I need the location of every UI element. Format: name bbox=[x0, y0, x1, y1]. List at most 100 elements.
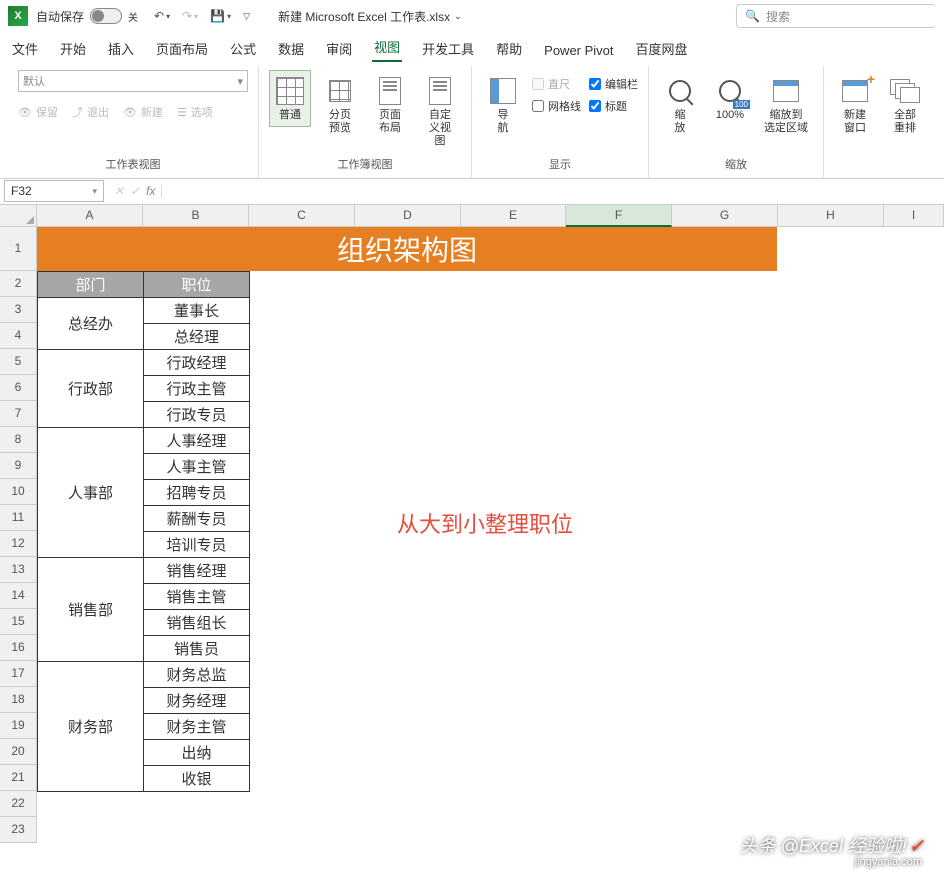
dept-cell[interactable]: 销售部 bbox=[38, 557, 144, 661]
options-view-button[interactable]: ☰选项 bbox=[177, 104, 213, 120]
tab-审阅[interactable]: 审阅 bbox=[324, 35, 354, 62]
row-header-16[interactable]: 16 bbox=[0, 635, 37, 661]
sheet-view-combo[interactable]: 默认▾ bbox=[18, 70, 248, 92]
row-header-7[interactable]: 7 bbox=[0, 401, 37, 427]
position-cell[interactable]: 出纳 bbox=[144, 739, 250, 765]
row-header-6[interactable]: 6 bbox=[0, 375, 37, 401]
qat-more[interactable]: ▽ bbox=[243, 11, 250, 22]
tab-帮助[interactable]: 帮助 bbox=[494, 35, 524, 62]
dept-cell[interactable]: 财务部 bbox=[38, 661, 144, 791]
col-header-A[interactable]: A bbox=[37, 205, 143, 227]
gridlines-checkbox[interactable]: 网格线 bbox=[532, 98, 581, 114]
position-cell[interactable]: 总经理 bbox=[144, 323, 250, 349]
row-header-2[interactable]: 2 bbox=[0, 271, 37, 297]
row-header-8[interactable]: 8 bbox=[0, 427, 37, 453]
col-header-C[interactable]: C bbox=[249, 205, 355, 227]
col-header-B[interactable]: B bbox=[143, 205, 249, 227]
fx-button[interactable]: fx bbox=[146, 184, 155, 198]
position-cell[interactable]: 财务经理 bbox=[144, 687, 250, 713]
dept-cell[interactable]: 人事部 bbox=[38, 427, 144, 557]
col-header-G[interactable]: G bbox=[672, 205, 778, 227]
keep-view-button[interactable]: 👁保留 bbox=[18, 104, 58, 120]
col-header-D[interactable]: D bbox=[355, 205, 461, 227]
tab-插入[interactable]: 插入 bbox=[106, 35, 136, 62]
navigation-button[interactable]: 导 航 bbox=[482, 70, 524, 140]
search-input[interactable]: 🔍 搜索 bbox=[736, 4, 936, 28]
enter-formula-button[interactable]: ✓ bbox=[130, 184, 140, 198]
tab-视图[interactable]: 视图 bbox=[372, 33, 402, 62]
position-cell[interactable]: 财务总监 bbox=[144, 661, 250, 687]
row-header-19[interactable]: 19 bbox=[0, 713, 37, 739]
position-cell[interactable]: 财务主管 bbox=[144, 713, 250, 739]
row-header-14[interactable]: 14 bbox=[0, 583, 37, 609]
row-header-4[interactable]: 4 bbox=[0, 323, 37, 349]
position-cell[interactable]: 招聘专员 bbox=[144, 479, 250, 505]
position-cell[interactable]: 培训专员 bbox=[144, 531, 250, 557]
col-header-H[interactable]: H bbox=[778, 205, 884, 227]
formula-bar-checkbox[interactable]: 编辑栏 bbox=[589, 76, 638, 92]
tab-文件[interactable]: 文件 bbox=[10, 35, 40, 62]
cancel-formula-button[interactable]: ✕ bbox=[114, 184, 124, 198]
undo-button[interactable]: ↶▾ bbox=[154, 9, 170, 23]
title-cell[interactable]: 组织架构图 bbox=[37, 227, 777, 271]
document-title[interactable]: 新建 Microsoft Excel 工作表.xlsx ⌄ bbox=[278, 8, 462, 25]
col-header-E[interactable]: E bbox=[461, 205, 566, 227]
row-header-3[interactable]: 3 bbox=[0, 297, 37, 323]
dept-cell[interactable]: 总经办 bbox=[38, 297, 144, 349]
dept-cell[interactable]: 行政部 bbox=[38, 349, 144, 427]
position-cell[interactable]: 董事长 bbox=[144, 297, 250, 323]
custom-view-button[interactable]: 自定义视图 bbox=[419, 70, 461, 154]
new-view-button[interactable]: 👁新建 bbox=[123, 104, 163, 120]
new-window-button[interactable]: 新建窗口 bbox=[834, 70, 876, 140]
row-header-12[interactable]: 12 bbox=[0, 531, 37, 557]
zoom-button[interactable]: 缩 放 bbox=[659, 70, 701, 140]
row-header-11[interactable]: 11 bbox=[0, 505, 37, 531]
row-header-10[interactable]: 10 bbox=[0, 479, 37, 505]
row-header-22[interactable]: 22 bbox=[0, 791, 37, 817]
row-header-9[interactable]: 9 bbox=[0, 453, 37, 479]
tab-公式[interactable]: 公式 bbox=[228, 35, 258, 62]
header-pos[interactable]: 职位 bbox=[144, 271, 250, 297]
row-header-17[interactable]: 17 bbox=[0, 661, 37, 687]
tab-数据[interactable]: 数据 bbox=[276, 35, 306, 62]
position-cell[interactable]: 行政主管 bbox=[144, 375, 250, 401]
position-cell[interactable]: 人事经理 bbox=[144, 427, 250, 453]
row-header-13[interactable]: 13 bbox=[0, 557, 37, 583]
zoom-selection-button[interactable]: 缩放到 选定区域 bbox=[759, 70, 813, 140]
col-header-I[interactable]: I bbox=[884, 205, 944, 227]
exit-view-button[interactable]: ⤴退出 bbox=[72, 104, 109, 120]
row-header-21[interactable]: 21 bbox=[0, 765, 37, 791]
arrange-all-button[interactable]: 全部重排 bbox=[884, 70, 926, 140]
position-cell[interactable]: 人事主管 bbox=[144, 453, 250, 479]
row-header-23[interactable]: 23 bbox=[0, 817, 37, 843]
position-cell[interactable]: 销售员 bbox=[144, 635, 250, 661]
normal-view-button[interactable]: 普通 bbox=[269, 70, 311, 127]
position-cell[interactable]: 行政专员 bbox=[144, 401, 250, 427]
autosave-toggle[interactable] bbox=[90, 8, 122, 24]
page-layout-button[interactable]: 页面布局 bbox=[369, 70, 411, 140]
tab-开始[interactable]: 开始 bbox=[58, 35, 88, 62]
position-cell[interactable]: 收银 bbox=[144, 765, 250, 791]
save-button[interactable]: 💾▾ bbox=[210, 9, 231, 23]
tab-页面布局[interactable]: 页面布局 bbox=[154, 35, 210, 62]
headings-checkbox[interactable]: 标题 bbox=[589, 98, 638, 114]
row-header-20[interactable]: 20 bbox=[0, 739, 37, 765]
row-header-15[interactable]: 15 bbox=[0, 609, 37, 635]
ruler-checkbox[interactable]: 直尺 bbox=[532, 76, 581, 92]
zoom-100-button[interactable]: 100 100% bbox=[709, 70, 751, 127]
select-all-corner[interactable] bbox=[0, 205, 37, 227]
tab-开发工具[interactable]: 开发工具 bbox=[420, 35, 476, 62]
tab-百度网盘[interactable]: 百度网盘 bbox=[634, 35, 690, 62]
col-header-F[interactable]: F bbox=[566, 205, 672, 227]
row-header-18[interactable]: 18 bbox=[0, 687, 37, 713]
name-box[interactable]: F32 ▾ bbox=[4, 180, 104, 202]
position-cell[interactable]: 销售经理 bbox=[144, 557, 250, 583]
tab-Power Pivot[interactable]: Power Pivot bbox=[542, 39, 615, 62]
page-break-button[interactable]: 分页 预览 bbox=[319, 70, 361, 140]
position-cell[interactable]: 行政经理 bbox=[144, 349, 250, 375]
header-dept[interactable]: 部门 bbox=[38, 271, 144, 297]
position-cell[interactable]: 销售组长 bbox=[144, 609, 250, 635]
position-cell[interactable]: 薪酬专员 bbox=[144, 505, 250, 531]
row-header-5[interactable]: 5 bbox=[0, 349, 37, 375]
row-header-1[interactable]: 1 bbox=[0, 227, 37, 271]
